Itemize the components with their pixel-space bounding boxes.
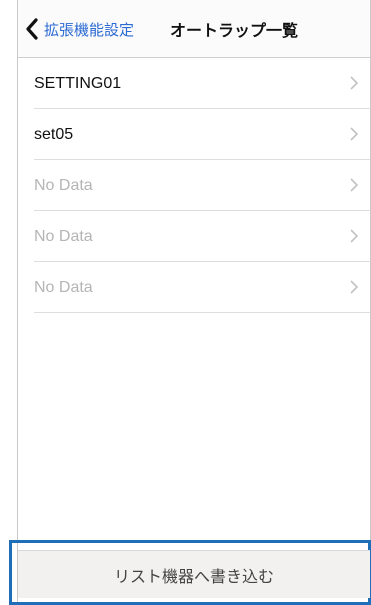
list-item[interactable]: No Data — [18, 160, 370, 211]
chevron-right-icon — [350, 280, 358, 294]
list-item-label: No Data — [34, 176, 93, 194]
list-item-label: set05 — [34, 125, 74, 143]
back-button-label: 拡張機能設定 — [44, 20, 135, 39]
chevron-left-icon — [26, 18, 38, 40]
autolap-list-screen: 拡張機能設定 オートラップ一覧 SETTING01 set05 No Data … — [0, 0, 371, 605]
chevron-right-icon — [350, 76, 358, 90]
list-item-label: No Data — [34, 227, 93, 245]
list-item-label: SETTING01 — [34, 74, 122, 92]
list-item[interactable]: No Data — [18, 211, 370, 262]
chevron-right-icon — [350, 127, 358, 141]
navigation-bar: 拡張機能設定 オートラップ一覧 — [18, 0, 370, 58]
autolap-list: SETTING01 set05 No Data No Data No Data — [18, 58, 370, 313]
list-item-label: No Data — [34, 278, 93, 296]
list-item[interactable]: SETTING01 — [18, 58, 370, 109]
chevron-right-icon — [350, 178, 358, 192]
write-to-device-button[interactable]: リスト機器へ書き込む — [18, 550, 370, 598]
chevron-right-icon — [350, 229, 358, 243]
list-item[interactable]: No Data — [18, 262, 370, 313]
list-item[interactable]: set05 — [18, 109, 370, 160]
page-title: オートラップ一覧 — [170, 21, 299, 40]
write-to-device-button-label: リスト機器へ書き込む — [113, 566, 274, 586]
back-button[interactable]: 拡張機能設定 — [24, 0, 134, 58]
